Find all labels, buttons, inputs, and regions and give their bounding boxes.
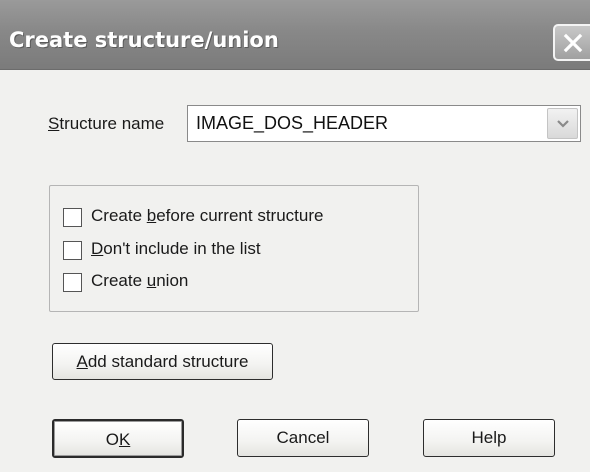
option-label: Create before current structure xyxy=(91,206,324,225)
chevron-down-icon xyxy=(557,120,569,128)
ok-button[interactable]: OK xyxy=(52,419,184,458)
title-bar[interactable]: Create structure/union xyxy=(0,0,590,70)
cancel-button[interactable]: Cancel xyxy=(237,419,369,457)
checkbox-create-before[interactable] xyxy=(63,208,82,227)
structure-name-label: Structure name xyxy=(48,114,165,133)
create-structure-dialog: Create structure/union Structure name IM… xyxy=(0,0,590,472)
add-standard-structure-button[interactable]: Add standard structure xyxy=(52,343,273,380)
structure-name-combobox[interactable]: IMAGE_DOS_HEADER xyxy=(187,105,581,142)
close-button[interactable] xyxy=(553,24,590,61)
checkbox-dont-include[interactable] xyxy=(63,241,82,260)
dropdown-button[interactable] xyxy=(547,108,578,139)
checkbox-create-union[interactable] xyxy=(63,273,82,292)
window-title: Create structure/union xyxy=(9,28,279,52)
option-label: Create union xyxy=(91,271,189,290)
help-button[interactable]: Help xyxy=(423,419,555,457)
option-label: Don't include in the list xyxy=(91,239,261,258)
structure-name-value[interactable]: IMAGE_DOS_HEADER xyxy=(196,113,388,134)
close-icon xyxy=(563,33,583,53)
